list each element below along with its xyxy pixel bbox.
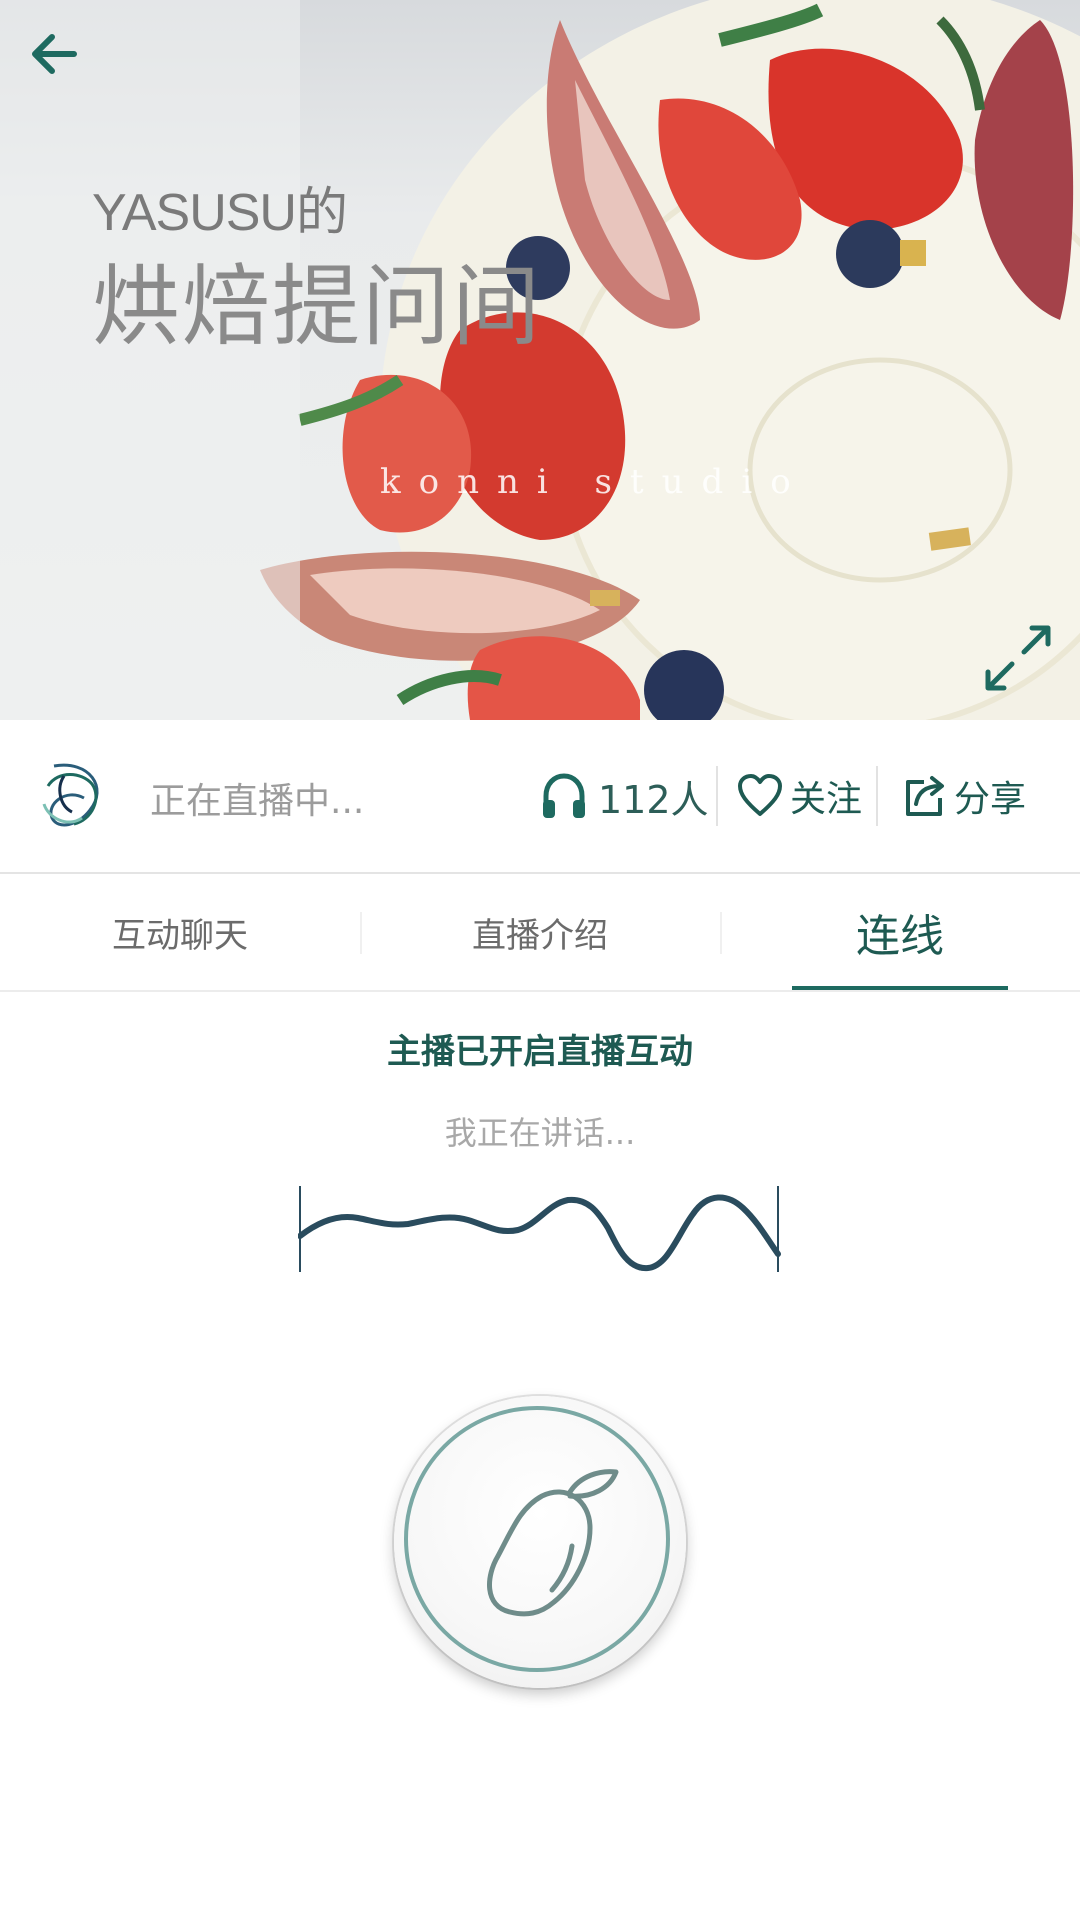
speaking-status: 我正在讲话... [444, 1114, 636, 1152]
tab-connect[interactable]: 连线 [720, 874, 1080, 990]
tab-chat[interactable]: 互动聊天 [0, 874, 360, 990]
tab-bar: 互动聊天 直播介绍 连线 [0, 874, 1080, 992]
divider [716, 766, 718, 826]
listener-count: 112人 [538, 768, 709, 824]
fullscreen-button[interactable] [982, 622, 1054, 694]
divider [876, 766, 878, 826]
hero-banner: YASUSU的 烘焙提问间 konni studio [0, 0, 1080, 720]
mango-icon [487, 1469, 619, 1617]
share-button[interactable]: 分享 [900, 768, 1026, 824]
active-tab-indicator [792, 986, 1008, 990]
headphones-icon [543, 773, 585, 818]
share-icon [906, 776, 944, 816]
heart-icon [738, 774, 782, 816]
audio-waveform [298, 1186, 781, 1272]
live-info-bar: 正在直播中... 112人 关注 分享 [0, 720, 1080, 874]
hero-title: 烘焙提问间 [92, 255, 543, 358]
listener-count-value: 112人 [598, 777, 709, 822]
expand-icon [985, 625, 1051, 691]
live-status-text: 正在直播中... [150, 781, 365, 822]
talk-button[interactable] [394, 1396, 686, 1688]
follow-label: 关注 [790, 779, 863, 820]
arrow-left-icon [32, 34, 77, 74]
share-label: 分享 [954, 779, 1027, 820]
host-logo [42, 763, 99, 827]
hero-watermark: konni studio [380, 462, 809, 502]
interaction-notice: 主播已开启直播互动 [387, 1032, 693, 1072]
tab-intro[interactable]: 直播介绍 [360, 874, 720, 990]
back-button[interactable] [22, 22, 86, 86]
follow-button[interactable]: 关注 [736, 768, 862, 824]
hero-subtitle: YASUSU的 [92, 184, 348, 242]
